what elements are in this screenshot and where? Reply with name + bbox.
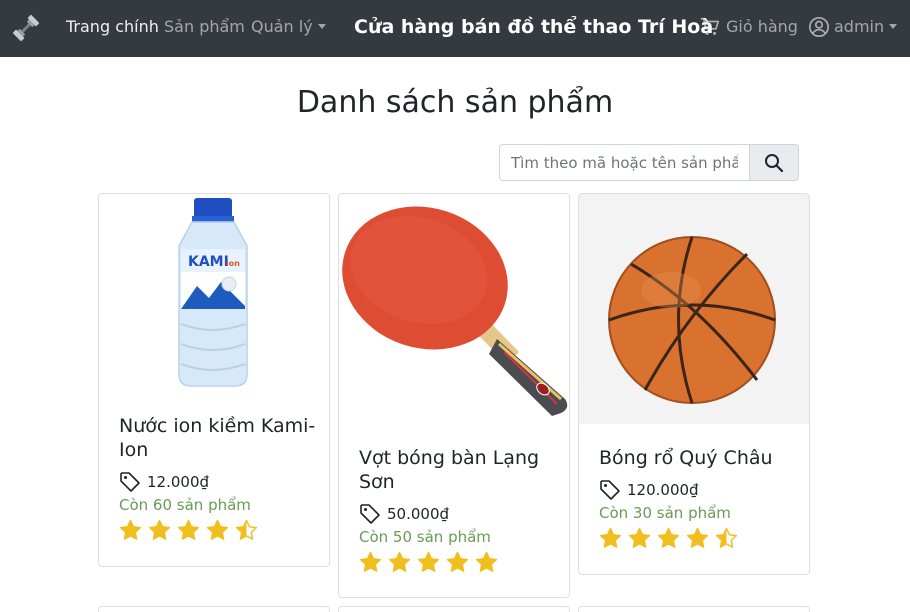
product-name[interactable]: Vợt bóng bàn Lạng Sơn xyxy=(359,446,557,494)
user-menu-dropdown[interactable]: admin xyxy=(834,17,898,37)
star-filled-icon xyxy=(599,527,622,548)
product-card[interactable] xyxy=(338,606,570,612)
product-card[interactable] xyxy=(578,606,810,612)
card-body: Nước ion kiềm Kami-Ion 12.000₫ Còn 60 sả… xyxy=(119,414,317,541)
star-filled-icon xyxy=(475,551,498,572)
star-filled-icon xyxy=(446,551,469,572)
price-row: 120.000₫ xyxy=(599,479,797,501)
rating-stars xyxy=(599,527,797,549)
product-image: KAMI ion xyxy=(99,194,329,394)
star-filled-icon xyxy=(417,551,440,572)
product-name[interactable]: Bóng rổ Quý Châu xyxy=(599,446,797,470)
star-filled-icon xyxy=(148,519,171,540)
search-input[interactable] xyxy=(499,144,750,181)
tag-icon xyxy=(120,472,140,492)
nav-home-link[interactable]: Trang chính xyxy=(66,17,159,37)
nav-cart-link[interactable]: Giỏ hàng xyxy=(726,17,798,37)
navbar: Trang chính Sản phẩm Quản lý Cửa hàng bá… xyxy=(0,0,910,57)
product-stock: Còn 50 sản phẩm xyxy=(359,528,491,546)
chevron-down-icon xyxy=(889,24,898,29)
cart-icon xyxy=(700,17,720,35)
card-body: Vợt bóng bàn Lạng Sơn 50.000₫ Còn 50 sản… xyxy=(359,446,557,573)
price-row: 50.000₫ xyxy=(359,503,557,525)
rating-stars xyxy=(119,519,317,541)
star-filled-icon xyxy=(686,527,709,548)
tag-icon xyxy=(600,480,620,500)
product-stock: Còn 30 sản phẩm xyxy=(599,504,731,522)
search-group xyxy=(499,144,799,181)
nav-manage-label: Quản lý xyxy=(251,17,313,36)
tag-icon xyxy=(360,504,380,524)
price-row: 12.000₫ xyxy=(119,471,317,493)
nav-products-link[interactable]: Sản phẩm xyxy=(164,17,245,37)
star-half-icon xyxy=(715,527,738,548)
star-filled-icon xyxy=(119,519,142,540)
product-stock: Còn 60 sản phẩm xyxy=(119,496,251,514)
product-name[interactable]: Nước ion kiềm Kami-Ion xyxy=(119,414,317,462)
user-name: admin xyxy=(834,17,885,36)
star-filled-icon xyxy=(628,527,651,548)
search-icon xyxy=(765,153,784,172)
star-filled-icon xyxy=(388,551,411,572)
page-title: Danh sách sản phẩm xyxy=(296,85,614,120)
product-card[interactable]: Bóng rổ Quý Châu 120.000₫ Còn 30 sản phẩ… xyxy=(578,193,810,575)
product-image xyxy=(579,194,809,424)
star-filled-icon xyxy=(359,551,382,572)
product-card[interactable] xyxy=(98,606,330,612)
search-button[interactable] xyxy=(749,144,799,181)
svg-text:ion: ion xyxy=(226,259,240,268)
card-body: Bóng rổ Quý Châu 120.000₫ Còn 30 sản phẩ… xyxy=(599,446,797,549)
store-title: Cửa hàng bán đồ thể thao Trí Hoà xyxy=(354,16,714,38)
star-filled-icon xyxy=(177,519,200,540)
chevron-down-icon xyxy=(317,24,326,29)
star-filled-icon xyxy=(206,519,229,540)
star-filled-icon xyxy=(657,527,680,548)
product-image xyxy=(339,194,569,424)
product-card[interactable]: KAMI ion Nước ion kiềm Kami-Ion 12.000₫ … xyxy=(98,193,330,567)
rating-stars xyxy=(359,551,557,573)
product-price: 12.000₫ xyxy=(147,473,210,491)
svg-text:KAMI: KAMI xyxy=(188,254,229,270)
product-price: 50.000₫ xyxy=(387,505,450,523)
nav-manage-dropdown[interactable]: Quản lý xyxy=(251,17,326,37)
dumbbell-icon[interactable] xyxy=(10,12,42,44)
product-price: 120.000₫ xyxy=(627,481,699,499)
product-card[interactable]: Vợt bóng bàn Lạng Sơn 50.000₫ Còn 50 sản… xyxy=(338,193,570,598)
user-circle-icon xyxy=(809,17,829,37)
star-half-icon xyxy=(235,519,258,540)
